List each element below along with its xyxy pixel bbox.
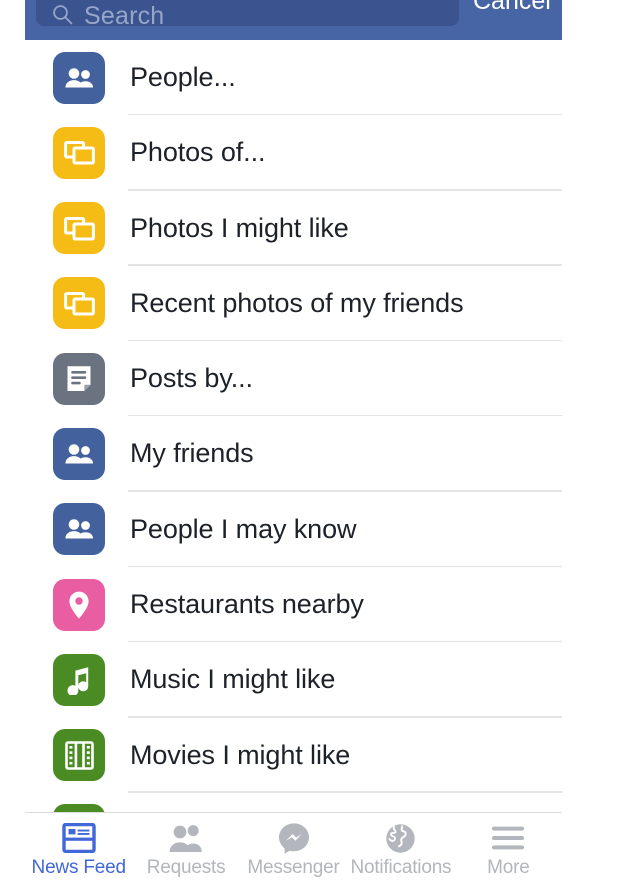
suggestion-label: People I may know: [130, 513, 357, 544]
suggestion-row[interactable]: Recent photos of my friends: [25, 265, 562, 342]
suggestion-row[interactable]: People...: [25, 40, 562, 116]
photos-icon: [53, 126, 105, 179]
tab-label: Messenger: [247, 857, 340, 878]
messenger-icon: [278, 821, 310, 855]
suggestion-row[interactable]: Restaurants nearby: [25, 567, 562, 643]
suggestion-row[interactable]: Photos of...: [25, 115, 562, 191]
globe-icon: [385, 821, 416, 855]
suggestion-label: Recent photos of my friends: [130, 287, 464, 318]
suggestion-row[interactable]: [25, 792, 562, 812]
tab-notifications[interactable]: Notifications: [347, 813, 454, 881]
search-header: Search Cancel: [25, 0, 562, 40]
tab-messenger[interactable]: Messenger: [240, 813, 347, 881]
suggestion-row[interactable]: My friends: [25, 416, 562, 492]
suggestion-row[interactable]: People I may know: [25, 491, 562, 568]
suggestion-label: Movies I might like: [130, 739, 351, 770]
cancel-button[interactable]: Cancel: [473, 0, 551, 16]
suggestion-label: Music I might like: [130, 664, 336, 695]
tab-label: News Feed: [31, 857, 126, 878]
partial-icon: [53, 804, 105, 812]
suggestion-label: Restaurants nearby: [130, 589, 364, 620]
phone-screen: Search Cancel People... Photos of... Photo…: [25, 0, 562, 881]
suggestion-label: People...: [130, 62, 236, 92]
suggestion-row[interactable]: Movies I might like: [25, 717, 562, 793]
search-icon: [52, 4, 73, 25]
suggestion-row[interactable]: Music I might like: [25, 642, 562, 718]
suggestion-label: Photos I might like: [130, 212, 349, 243]
tab-label: More: [487, 857, 530, 878]
suggestion-row[interactable]: Photos I might like: [25, 190, 562, 266]
tab-more[interactable]: More: [455, 813, 562, 881]
tab-news-feed[interactable]: News Feed: [25, 813, 132, 881]
tab-label: Notifications: [350, 857, 452, 878]
people-icon: [53, 427, 105, 480]
hamburger-icon: [491, 821, 525, 855]
search-input[interactable]: Search: [36, 0, 459, 30]
news-feed-icon: [62, 821, 96, 855]
suggestion-row[interactable]: Posts by...: [25, 341, 562, 417]
suggestion-label: My friends: [130, 438, 254, 469]
search-placeholder: Search: [84, 2, 165, 30]
people-icon: [53, 51, 105, 104]
photos-icon: [53, 277, 105, 330]
suggestion-label: Photos of...: [130, 137, 266, 168]
tab-requests[interactable]: Requests: [132, 813, 239, 881]
bottom-tab-bar: News Feed Requests Messenger Notifications M…: [25, 812, 562, 881]
photos-icon: [53, 202, 105, 255]
music-note-icon: [53, 653, 105, 706]
search-suggestion-list[interactable]: People... Photos of... Photos I might like…: [25, 40, 562, 812]
suggestion-label: Posts by...: [130, 363, 253, 394]
friend-requests-icon: [168, 821, 204, 855]
post-icon: [53, 352, 105, 405]
tab-label: Requests: [146, 857, 226, 878]
people-icon: [53, 503, 105, 556]
location-pin-icon: [53, 578, 105, 631]
film-strip-icon: [53, 729, 105, 782]
